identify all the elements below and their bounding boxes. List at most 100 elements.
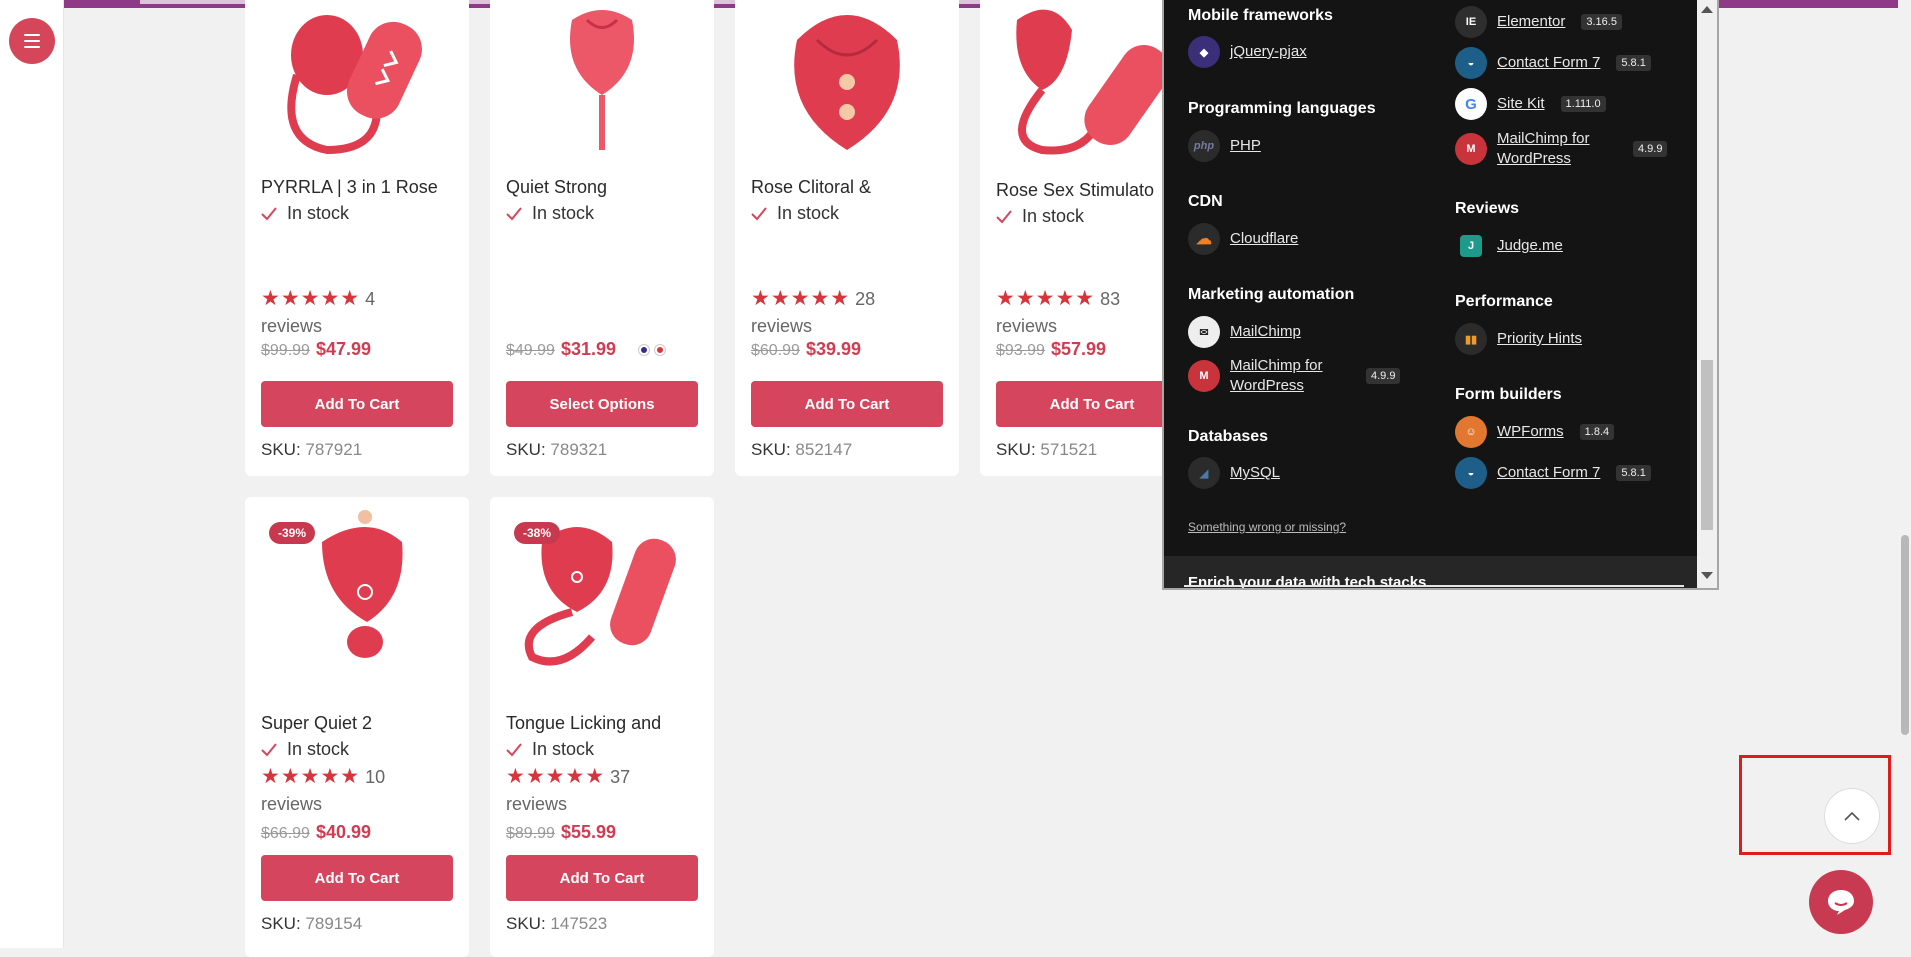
tech-item[interactable]: IE Elementor 3.16.5	[1455, 6, 1622, 38]
google-icon: G	[1455, 88, 1487, 120]
tech-item[interactable]: ▮▮ Priority Hints	[1455, 323, 1582, 355]
tech-item-label[interactable]: Priority Hints	[1497, 329, 1582, 349]
discount-badge: -38%	[514, 522, 561, 544]
tech-item-label[interactable]: MySQL	[1230, 463, 1280, 483]
tech-item-label[interactable]: Contact Form 7	[1497, 463, 1600, 483]
menu-icon	[24, 34, 40, 36]
check-icon	[506, 206, 522, 220]
product-image[interactable]	[735, 0, 959, 160]
scroll-down-arrow-icon[interactable]	[1701, 572, 1713, 579]
product-image[interactable]	[245, 0, 469, 160]
mc4wp-icon: M	[1455, 133, 1487, 165]
reviews-word: reviews	[506, 794, 568, 814]
product-title[interactable]: PYRRLA | 3 in 1 Rose	[261, 177, 461, 198]
product-title[interactable]: Super Quiet 2	[261, 713, 461, 734]
tech-item-label[interactable]: Contact Form 7	[1497, 53, 1600, 73]
hamburger-menu-button[interactable]	[9, 18, 55, 64]
sku-value: 571521	[1040, 440, 1098, 459]
add-to-cart-button[interactable]: Add To Cart	[261, 855, 453, 901]
rating[interactable]: ★★★★★ 28 reviews	[751, 285, 951, 340]
tech-item-label[interactable]: MailChimp	[1230, 322, 1301, 342]
old-price: $99.99	[261, 342, 310, 359]
select-options-button[interactable]: Select Options	[506, 381, 698, 427]
check-icon	[261, 206, 277, 220]
product-title[interactable]: Rose Clitoral &	[751, 177, 951, 198]
version-badge: 5.8.1	[1616, 55, 1651, 71]
sale-price: $47.99	[315, 339, 371, 359]
product-title[interactable]: Tongue Licking and	[506, 713, 706, 734]
version-badge: 5.8.1	[1616, 465, 1651, 481]
product-title[interactable]: Quiet Strong	[506, 177, 706, 198]
judgeme-icon: J	[1460, 235, 1482, 257]
check-icon	[751, 206, 767, 220]
tech-item[interactable]: ✉ MailChimp	[1188, 316, 1301, 348]
add-to-cart-button[interactable]: Add To Cart	[261, 381, 453, 427]
price: $49.99 $31.99	[506, 339, 706, 360]
sku-label: SKU:	[506, 914, 546, 933]
back-to-top-button[interactable]	[1824, 788, 1880, 844]
stock-status: In stock	[261, 203, 349, 224]
tech-item-label[interactable]: WPForms	[1497, 422, 1564, 442]
rating[interactable]: ★★★★★ 10 reviews	[261, 763, 461, 818]
tech-item[interactable]: ◢ MySQL	[1188, 457, 1280, 489]
add-to-cart-button[interactable]: Add To Cart	[506, 855, 698, 901]
scroll-thumb[interactable]	[1701, 360, 1713, 530]
tech-item[interactable]: ◒ Contact Form 7 5.8.1	[1455, 47, 1651, 79]
add-to-cart-button[interactable]: Add To Cart	[996, 381, 1188, 427]
pjax-icon: ◆	[1188, 36, 1220, 68]
mc4wp-icon: M	[1188, 360, 1220, 392]
something-wrong-link[interactable]: Something wrong or missing?	[1188, 520, 1346, 534]
tech-item[interactable]: J Judge.me	[1455, 230, 1563, 262]
stock-status: In stock	[506, 739, 594, 760]
page-scrollbar[interactable]	[1898, 0, 1911, 948]
version-badge: 3.16.5	[1581, 14, 1622, 30]
tech-item[interactable]: ◒ Contact Form 7 5.8.1	[1455, 457, 1651, 489]
tech-item[interactable]: G Site Kit 1.111.0	[1455, 88, 1606, 120]
check-icon	[506, 742, 522, 756]
star-rating-icon: ★★★★★	[996, 287, 1096, 310]
left-sidebar	[0, 0, 64, 948]
tech-item-label[interactable]: PHP	[1230, 136, 1261, 156]
scroll-up-arrow-icon[interactable]	[1701, 6, 1713, 13]
tech-item-label[interactable]: MailChimp for WordPress	[1497, 129, 1617, 169]
php-icon: php	[1188, 130, 1220, 162]
sku-value: 789321	[550, 440, 608, 459]
tech-item[interactable]: php PHP	[1188, 130, 1261, 162]
stock-label: In stock	[532, 739, 595, 759]
tech-item[interactable]: M MailChimp for WordPress 4.9.9	[1455, 129, 1668, 169]
tech-item-label[interactable]: Judge.me	[1497, 236, 1563, 256]
tech-item-label[interactable]: Elementor	[1497, 12, 1565, 32]
sku: SKU: 571521	[996, 440, 1097, 460]
tech-item[interactable]: ◆ jQuery-pjax	[1188, 36, 1307, 68]
sale-price: $57.99	[1050, 339, 1106, 359]
sku: SKU: 789154	[261, 914, 362, 934]
tech-item-label[interactable]: MailChimp for WordPress	[1230, 356, 1350, 396]
reviews-word: reviews	[996, 316, 1058, 336]
rating[interactable]: ★★★★★ 4 reviews	[261, 285, 461, 340]
contact-form-icon: ◒	[1455, 47, 1487, 79]
tech-item-label[interactable]: jQuery-pjax	[1230, 42, 1307, 62]
color-swatch-red[interactable]	[655, 345, 666, 356]
product-image[interactable]	[490, 0, 714, 160]
sku-label: SKU:	[506, 440, 546, 459]
star-rating-icon: ★★★★★	[506, 765, 606, 788]
version-badge: 4.9.9	[1366, 368, 1401, 384]
tech-item-label[interactable]: Cloudflare	[1230, 229, 1298, 249]
popup-scrollbar[interactable]	[1697, 0, 1717, 588]
enrich-footer-text[interactable]: Enrich your data with tech stacks	[1188, 574, 1426, 588]
chat-button[interactable]	[1809, 870, 1873, 934]
group-heading: Performance	[1455, 293, 1553, 310]
menu-icon-line	[24, 46, 40, 48]
tech-item[interactable]: M MailChimp for WordPress 4.9.9	[1188, 356, 1401, 396]
tech-item[interactable]: ☺ WPForms 1.8.4	[1455, 416, 1615, 448]
cloudflare-icon: ☁	[1188, 223, 1220, 255]
rating[interactable]: ★★★★★ 37 reviews	[506, 763, 706, 818]
add-to-cart-button[interactable]: Add To Cart	[751, 381, 943, 427]
color-swatch-purple[interactable]	[639, 345, 650, 356]
tech-item-label[interactable]: Site Kit	[1497, 94, 1545, 114]
product-card: Quiet Strong In stock $49.99 $31.99 Selec…	[490, 0, 714, 476]
page-scroll-thumb[interactable]	[1901, 535, 1909, 735]
tech-item[interactable]: ☁ Cloudflare	[1188, 223, 1298, 255]
price: $66.99 $40.99	[261, 822, 371, 843]
sku-value: 147523	[550, 914, 608, 933]
